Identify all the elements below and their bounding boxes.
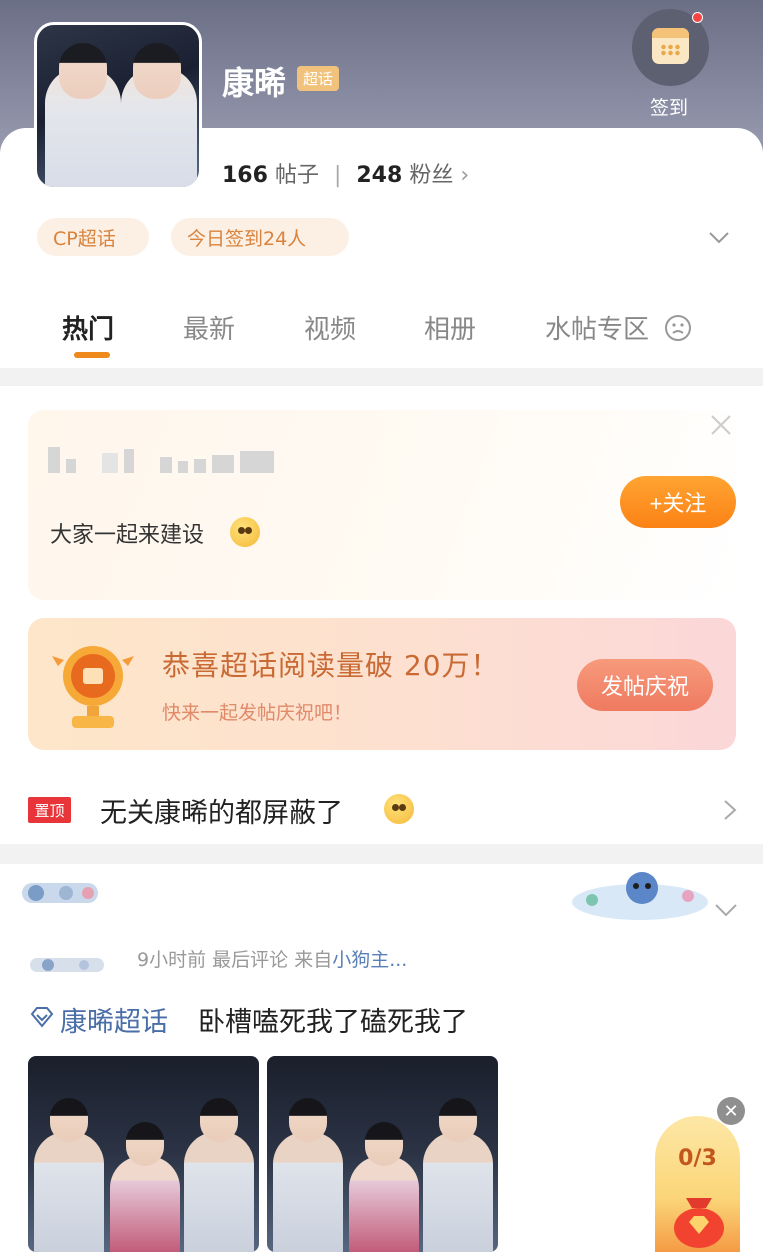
trophy-icon: [52, 646, 134, 728]
topic-avatar[interactable]: [34, 22, 202, 190]
notification-dot: [692, 12, 703, 23]
today-checkin-chip[interactable]: 今日签到24人: [171, 218, 349, 256]
user-badge-decoration: [30, 958, 104, 972]
fans-label: 粉丝: [409, 163, 454, 188]
checkin-label: 签到: [650, 97, 689, 119]
red-bag-icon: [674, 1198, 724, 1248]
pinned-badge: 置顶: [28, 797, 71, 823]
blurred-username: [48, 447, 274, 473]
topic-title: 康晞: [222, 64, 287, 102]
chevron-down-icon[interactable]: [708, 226, 730, 248]
post-photo-2[interactable]: [267, 1056, 498, 1252]
close-icon[interactable]: ✕: [717, 1097, 745, 1125]
pleading-face-icon: [230, 517, 260, 547]
stitch-sticker-decoration: [572, 872, 708, 920]
tab-latest[interactable]: 最新: [183, 309, 235, 346]
reward-progress: 0/3: [678, 1146, 717, 1171]
post-meta: 9小时前 最后评论 来自小狗主...: [137, 949, 408, 971]
promo-message: 大家一起来建设: [50, 523, 205, 548]
tab-album[interactable]: 相册: [424, 309, 476, 346]
diamond-icon: [30, 1007, 54, 1028]
post-photo-1[interactable]: [28, 1056, 259, 1252]
post-text[interactable]: 卧槽嗑死我了磕死我了: [198, 1000, 468, 1039]
user-avatar-decoration: [22, 883, 98, 903]
stats-divider: |: [333, 163, 342, 188]
follow-button[interactable]: +关注: [620, 476, 736, 528]
topic-stats[interactable]: 166 帖子 | 248 粉丝 ›: [222, 157, 469, 189]
celebrate-post-button[interactable]: 发帖庆祝: [577, 659, 713, 711]
chevron-down-icon[interactable]: [714, 902, 738, 918]
tab-water-posts[interactable]: 水帖专区: [545, 309, 649, 346]
milestone-subtitle: 快来一起发帖庆祝吧！: [162, 702, 353, 724]
active-tab-indicator: [74, 352, 110, 358]
milestone-title: 恭喜超话阅读量破 20万！: [162, 649, 500, 682]
cp-topic-chip[interactable]: CP超话: [37, 218, 149, 256]
fans-count: 248: [356, 163, 403, 188]
posts-label: 帖子: [274, 163, 319, 188]
chevron-right-icon[interactable]: [722, 798, 738, 822]
checkin-button[interactable]: [632, 9, 709, 86]
calendar-icon: [652, 28, 689, 64]
pinned-post-title[interactable]: 无关康晞的都屏蔽了: [100, 791, 343, 830]
crying-face-icon: [665, 315, 691, 341]
avatar-head-left: [59, 43, 107, 99]
post-source-link[interactable]: 小狗主...: [332, 949, 407, 971]
topic-link[interactable]: 康晞超话: [60, 1000, 168, 1039]
posts-count: 166: [222, 163, 268, 188]
tongue-face-icon: [384, 794, 414, 824]
tab-video[interactable]: 视频: [304, 309, 356, 346]
super-topic-badge: 超话: [297, 66, 340, 91]
close-icon[interactable]: [710, 414, 732, 436]
chevron-right-icon: ›: [460, 163, 470, 188]
avatar-head-right: [133, 43, 181, 99]
tab-hot[interactable]: 热门: [62, 309, 114, 346]
